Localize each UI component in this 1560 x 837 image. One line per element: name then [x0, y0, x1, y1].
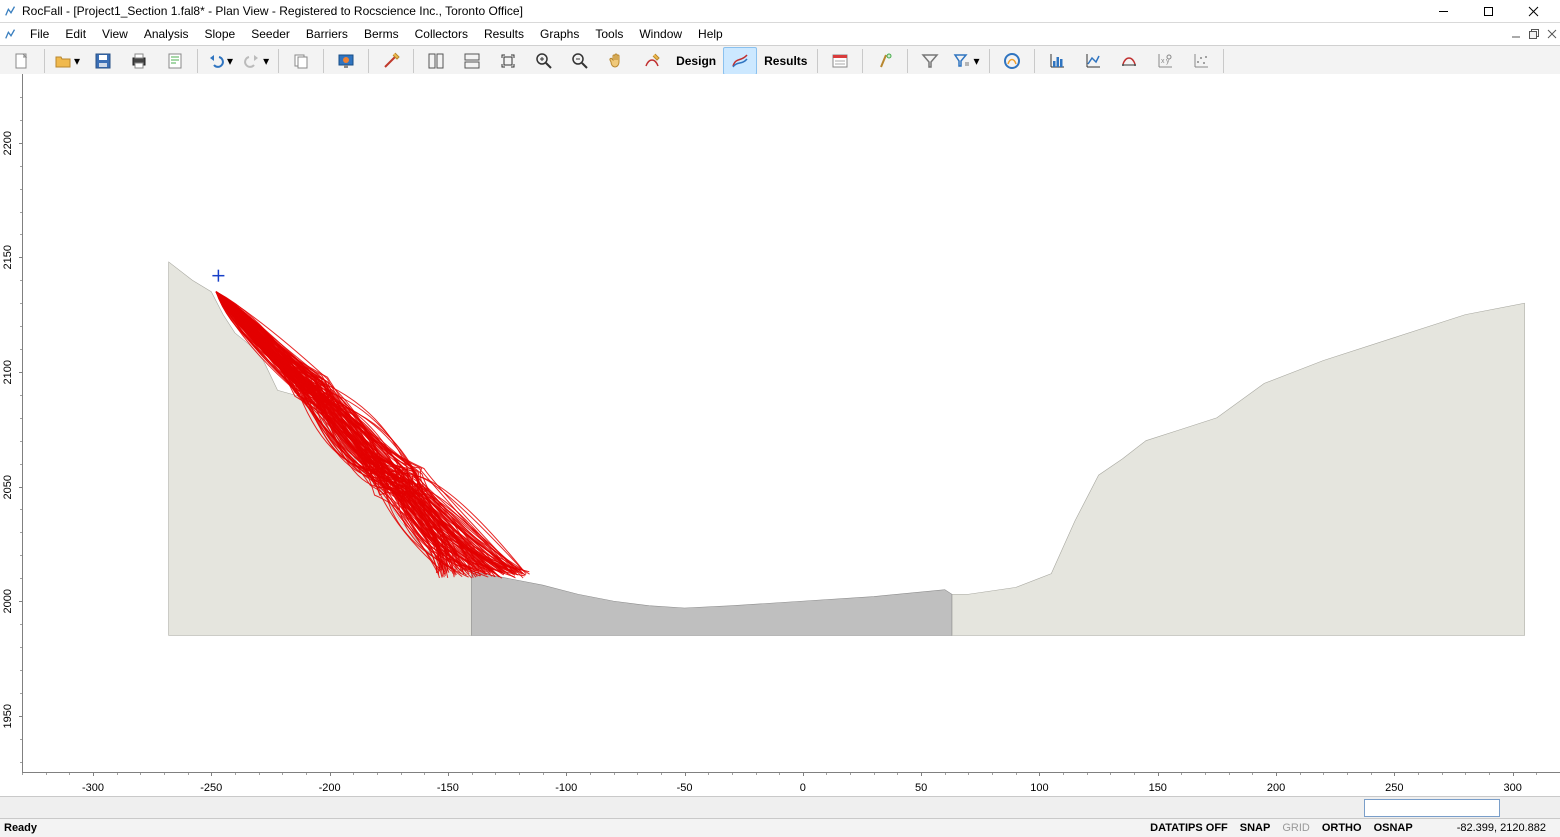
- menu-berms[interactable]: Berms: [356, 23, 407, 45]
- info-viewer-button[interactable]: [158, 47, 192, 75]
- zoom-extents-button[interactable]: [491, 47, 525, 75]
- edit-slope-button[interactable]: [374, 47, 408, 75]
- plot-viewport[interactable]: [22, 74, 1560, 773]
- canvas-area: 195020002050210021502200 -300-250-200-15…: [0, 74, 1560, 797]
- project-settings-button[interactable]: [823, 47, 857, 75]
- y-axis: 1950 2000 2050 2100 2150 2200: [0, 74, 23, 773]
- mdi-close-button[interactable]: [1544, 26, 1560, 42]
- x-tick-label: 250: [1385, 782, 1403, 794]
- status-ready: Ready: [0, 822, 37, 834]
- x-tick-label: 100: [1030, 782, 1048, 794]
- y-tick-label: 2150: [2, 245, 14, 269]
- x-tick-label: -50: [677, 782, 693, 794]
- menu-tools[interactable]: Tools: [587, 23, 631, 45]
- mdi-minimize-button[interactable]: [1508, 26, 1524, 42]
- x-tick-label: -200: [319, 782, 341, 794]
- save-button[interactable]: [86, 47, 120, 75]
- copy-button[interactable]: [284, 47, 318, 75]
- x-tick-label: 150: [1149, 782, 1167, 794]
- filter-button[interactable]: [913, 47, 947, 75]
- x-tick-label: -300: [82, 782, 104, 794]
- mdi-restore-button[interactable]: [1526, 26, 1542, 42]
- app-icon: [4, 4, 18, 18]
- svg-text:x: x: [1161, 58, 1165, 65]
- new-button[interactable]: [5, 47, 39, 75]
- menu-slope[interactable]: Slope: [197, 23, 244, 45]
- menu-barriers[interactable]: Barriers: [298, 23, 356, 45]
- compute-button[interactable]: [995, 47, 1029, 75]
- pan-button[interactable]: [599, 47, 633, 75]
- x-tick-label: -100: [555, 782, 577, 794]
- command-prompt-bar: [0, 796, 1560, 819]
- menu-bar: File Edit View Analysis Slope Seeder Bar…: [0, 23, 1560, 46]
- status-grid[interactable]: GRID: [1276, 822, 1316, 834]
- open-button[interactable]: ▾: [50, 47, 84, 75]
- toolbar: ▾ ▾ ▾ Design Results ▾ xy: [0, 46, 1560, 77]
- status-datatips[interactable]: DATATIPS OFF: [1144, 822, 1234, 834]
- x-tick-label: -150: [437, 782, 459, 794]
- chevron-down-icon: ▾: [263, 54, 269, 68]
- x-tick-label: 50: [915, 782, 927, 794]
- menu-window[interactable]: Window: [631, 23, 690, 45]
- undo-button[interactable]: ▾: [203, 47, 237, 75]
- window-title: RocFall - [Project1_Section 1.fal8* - Pl…: [22, 4, 523, 18]
- command-input[interactable]: [1364, 799, 1500, 817]
- envelope-chart-button[interactable]: [1112, 47, 1146, 75]
- x-tick-label: -250: [200, 782, 222, 794]
- design-label: Design: [670, 54, 722, 68]
- zoom-out-button[interactable]: [563, 47, 597, 75]
- status-osnap[interactable]: OSNAP: [1368, 822, 1419, 834]
- x-tick-label: 200: [1267, 782, 1285, 794]
- y-tick-label: 2100: [2, 360, 14, 384]
- menu-help[interactable]: Help: [690, 23, 731, 45]
- results-mode-button[interactable]: [723, 47, 757, 75]
- line-chart-button[interactable]: [1076, 47, 1110, 75]
- filter-dropdown-button[interactable]: ▾: [949, 47, 983, 75]
- close-button[interactable]: [1511, 0, 1556, 22]
- tile-vertical-button[interactable]: [419, 47, 453, 75]
- menu-results[interactable]: Results: [476, 23, 532, 45]
- xy-chart-button[interactable]: xy: [1148, 47, 1182, 75]
- y-tick-label: 2200: [2, 131, 14, 155]
- status-ortho[interactable]: ORTHO: [1316, 822, 1368, 834]
- menu-collectors[interactable]: Collectors: [407, 23, 476, 45]
- menu-edit[interactable]: Edit: [57, 23, 94, 45]
- chevron-down-icon: ▾: [973, 54, 979, 68]
- menu-seeder[interactable]: Seeder: [243, 23, 298, 45]
- status-coords: -82.399, 2120.882: [1451, 822, 1552, 834]
- minimize-button[interactable]: [1421, 0, 1466, 22]
- doc-icon: [4, 27, 18, 41]
- zoom-in-button[interactable]: [527, 47, 561, 75]
- title-bar: RocFall - [Project1_Section 1.fal8* - Pl…: [0, 0, 1560, 23]
- x-tick-label: 0: [800, 782, 806, 794]
- menu-file[interactable]: File: [22, 23, 57, 45]
- menu-analysis[interactable]: Analysis: [136, 23, 197, 45]
- display-options-button[interactable]: [329, 47, 363, 75]
- results-label: Results: [758, 54, 813, 68]
- x-axis: -300 -250 -200 -150 -100 -50 0 50 100 150 200 250 30…: [22, 772, 1560, 797]
- chevron-down-icon: ▾: [227, 54, 233, 68]
- y-tick-label: 1950: [2, 704, 14, 728]
- redo-button[interactable]: ▾: [239, 47, 273, 75]
- add-barrier-button[interactable]: [868, 47, 902, 75]
- design-mode-button[interactable]: [635, 47, 669, 75]
- y-tick-label: 2000: [2, 589, 14, 613]
- y-tick-label: 2050: [2, 475, 14, 499]
- chevron-down-icon: ▾: [74, 54, 80, 68]
- bar-chart-button[interactable]: [1040, 47, 1074, 75]
- status-bar: Ready DATATIPS OFF SNAP GRID ORTHO OSNAP…: [0, 818, 1560, 837]
- print-button[interactable]: [122, 47, 156, 75]
- x-tick-label: 300: [1503, 782, 1521, 794]
- menu-graphs[interactable]: Graphs: [532, 23, 587, 45]
- tile-horizontal-button[interactable]: [455, 47, 489, 75]
- menu-view[interactable]: View: [94, 23, 136, 45]
- maximize-button[interactable]: [1466, 0, 1511, 22]
- scatter-chart-button[interactable]: [1184, 47, 1218, 75]
- status-snap[interactable]: SNAP: [1234, 822, 1277, 834]
